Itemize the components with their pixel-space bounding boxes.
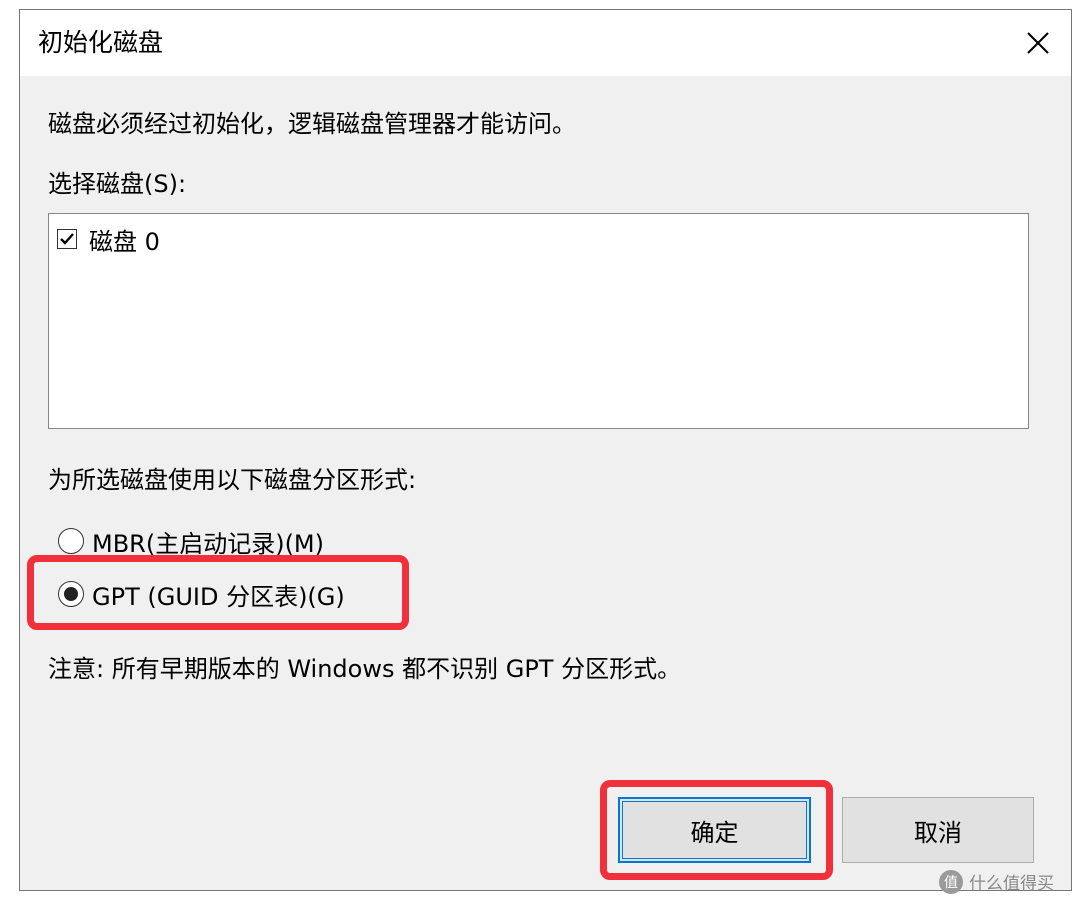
ok-button[interactable]: 确定 <box>618 797 811 863</box>
window-title: 初始化磁盘 <box>38 28 164 57</box>
cancel-button[interactable]: 取消 <box>842 797 1034 863</box>
disk-listbox[interactable]: 磁盘 0 <box>48 213 1029 429</box>
disk-label: 磁盘 0 <box>89 227 160 256</box>
mbr-option[interactable]: MBR(主启动记录)(M) <box>58 523 324 559</box>
select-disk-label: 选择磁盘(S): <box>48 170 187 198</box>
initialize-disk-dialog: 初始化磁盘 磁盘必须经过初始化，逻辑磁盘管理器才能访问。 选择磁盘(S): 磁盘… <box>19 9 1072 891</box>
disk-checkbox[interactable] <box>57 229 77 249</box>
watermark: 值 什么值得买 <box>939 869 1054 894</box>
close-icon <box>1027 32 1049 54</box>
gpt-highlight-annotation <box>27 555 409 630</box>
title-bar: 初始化磁盘 <box>20 10 1071 76</box>
partition-style-label: 为所选磁盘使用以下磁盘分区形式: <box>48 466 417 494</box>
watermark-logo-icon: 值 <box>939 869 963 894</box>
description-text: 磁盘必须经过初始化，逻辑磁盘管理器才能访问。 <box>48 110 576 138</box>
checkmark-icon <box>60 233 74 245</box>
mbr-label: MBR(主启动记录)(M) <box>92 529 325 558</box>
mbr-radio[interactable] <box>58 528 84 554</box>
close-button[interactable] <box>1013 20 1063 66</box>
ok-button-label: 确定 <box>690 818 739 847</box>
cancel-button-label: 取消 <box>914 818 962 847</box>
watermark-text: 什么值得买 <box>969 874 1054 894</box>
note-text: 注意: 所有早期版本的 Windows 都不识别 GPT 分区形式。 <box>48 655 682 683</box>
disk-list-item[interactable]: 磁盘 0 <box>57 223 160 256</box>
